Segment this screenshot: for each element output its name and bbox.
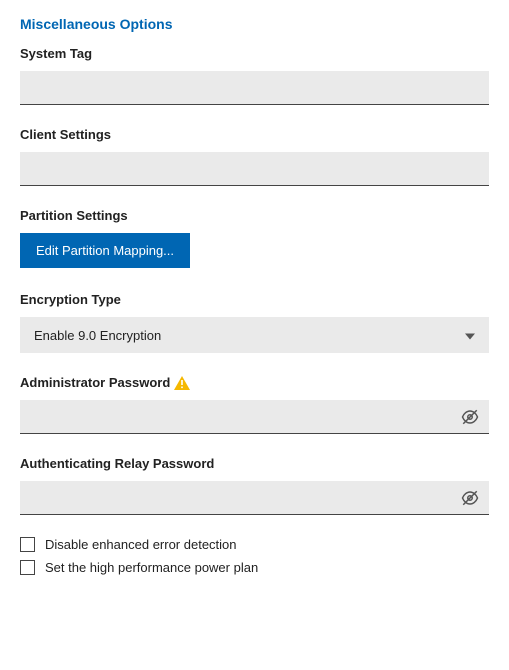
high-perf-power-checkbox[interactable] — [20, 560, 35, 575]
partition-settings-field: Partition Settings Edit Partition Mappin… — [20, 208, 489, 282]
relay-password-label: Authenticating Relay Password — [20, 456, 489, 471]
relay-password-input[interactable] — [20, 481, 489, 515]
edit-partition-mapping-button[interactable]: Edit Partition Mapping... — [20, 233, 190, 268]
system-tag-field: System Tag — [20, 46, 489, 105]
high-perf-power-row: Set the high performance power plan — [20, 560, 489, 575]
admin-password-field: Administrator Password — [20, 375, 489, 434]
client-settings-label: Client Settings — [20, 127, 489, 142]
encryption-type-selected: Enable 9.0 Encryption — [34, 328, 161, 343]
admin-password-label: Administrator Password — [20, 375, 170, 390]
partition-settings-label: Partition Settings — [20, 208, 489, 223]
client-settings-input[interactable] — [20, 152, 489, 186]
relay-password-field: Authenticating Relay Password — [20, 456, 489, 515]
eye-off-icon[interactable] — [461, 489, 479, 507]
encryption-type-field: Encryption Type Enable 9.0 Encryption — [20, 292, 489, 353]
disable-error-detection-checkbox[interactable] — [20, 537, 35, 552]
eye-off-icon[interactable] — [461, 408, 479, 426]
disable-error-detection-label: Disable enhanced error detection — [45, 537, 237, 552]
system-tag-input[interactable] — [20, 71, 489, 105]
section-title: Miscellaneous Options — [20, 16, 489, 32]
admin-password-input[interactable] — [20, 400, 489, 434]
encryption-type-label: Encryption Type — [20, 292, 489, 307]
disable-error-detection-row: Disable enhanced error detection — [20, 537, 489, 552]
encryption-type-select[interactable]: Enable 9.0 Encryption — [20, 317, 489, 353]
client-settings-field: Client Settings — [20, 127, 489, 186]
warning-icon — [174, 376, 190, 390]
system-tag-label: System Tag — [20, 46, 489, 61]
high-perf-power-label: Set the high performance power plan — [45, 560, 258, 575]
